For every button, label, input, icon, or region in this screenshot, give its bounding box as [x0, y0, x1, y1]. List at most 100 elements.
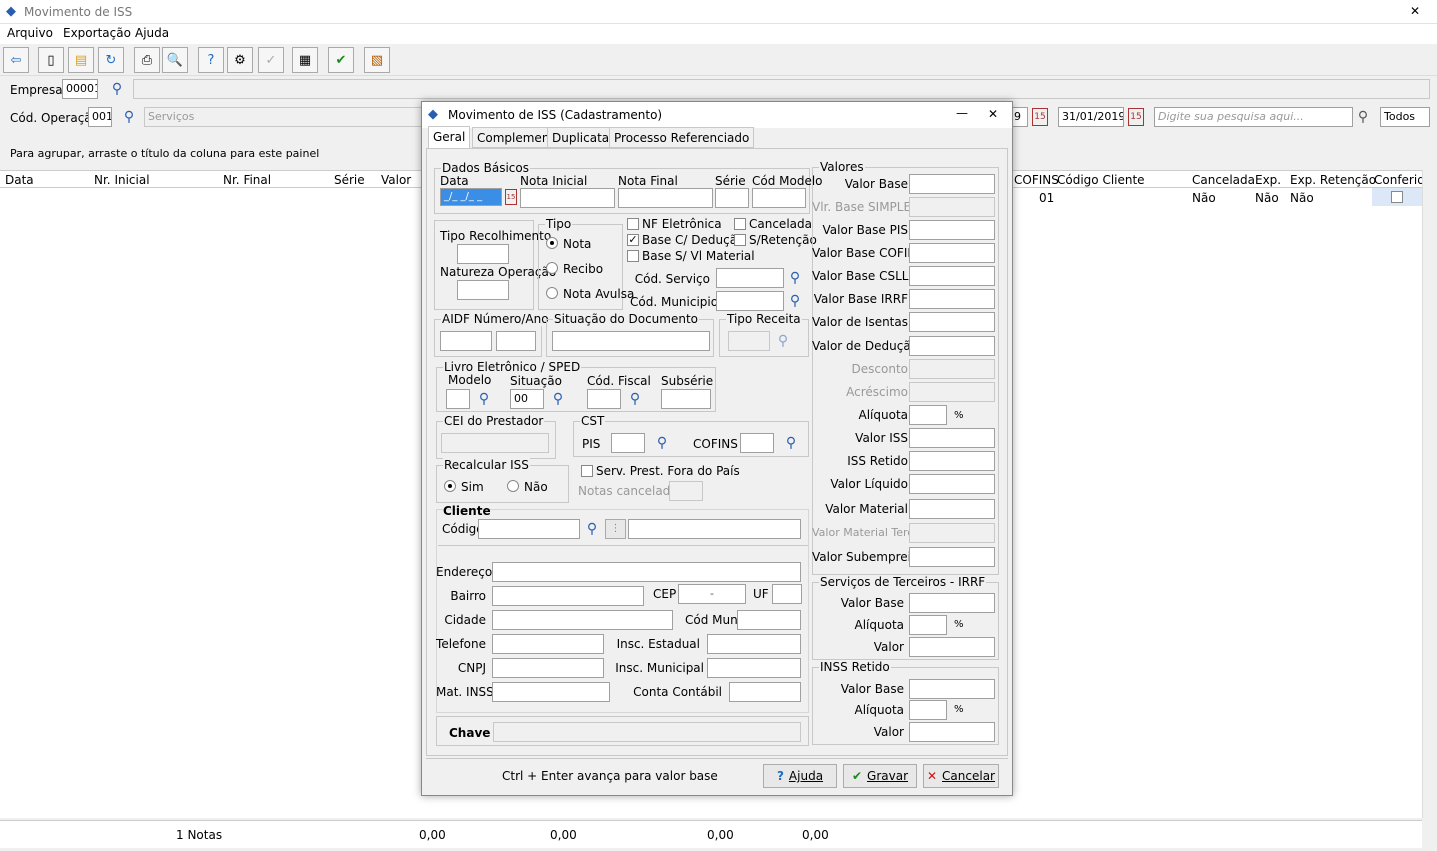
search-icon[interactable]: ⚲ — [548, 389, 568, 409]
search-icon[interactable]: ⚲ — [474, 389, 494, 409]
search-icon[interactable]: ⚲ — [652, 433, 672, 453]
print-icon[interactable]: ⎙ — [134, 47, 160, 73]
cliente-nome-input[interactable] — [628, 519, 801, 539]
telefone-input[interactable] — [492, 634, 604, 654]
col-cofins[interactable]: COFINS — [1014, 173, 1059, 187]
valor-base-cofins-input[interactable] — [909, 243, 995, 263]
serv-fora-checkbox[interactable] — [581, 465, 593, 477]
search-icon[interactable]: ⚲ — [785, 291, 805, 311]
settings-icon[interactable]: ⚙ — [227, 47, 253, 73]
menu-ajuda[interactable]: Ajuda — [135, 26, 169, 40]
valor-iss-input[interactable] — [909, 428, 995, 448]
data-input[interactable]: _/_ _/_ _ — [440, 188, 502, 206]
recalcular-sim-radio[interactable] — [444, 480, 456, 492]
cod-modelo-input[interactable] — [752, 188, 806, 208]
insc-municipal-input[interactable] — [707, 658, 801, 678]
cep-input[interactable]: - — [678, 584, 746, 604]
recalcular-nao-radio[interactable] — [507, 480, 519, 492]
cidade-input[interactable] — [492, 610, 673, 630]
cod-fiscal-input[interactable] — [587, 389, 621, 409]
cst-pis-input[interactable] — [611, 433, 645, 453]
bairro-input[interactable] — [492, 586, 644, 606]
exit-icon[interactable]: ⇦ — [3, 47, 29, 73]
col-valor[interactable]: Valor — [381, 173, 411, 187]
situacao-doc-input[interactable] — [552, 331, 710, 351]
calendar-icon[interactable]: 15 — [505, 189, 517, 205]
help-icon[interactable]: ? — [198, 47, 224, 73]
cst-cofins-input[interactable] — [740, 433, 774, 453]
new-document-icon[interactable]: ▯ — [38, 47, 64, 73]
nota-inicial-input[interactable] — [520, 188, 615, 208]
calendar-icon[interactable]: 15 — [1128, 108, 1144, 126]
valor-isentas-input[interactable] — [909, 312, 995, 332]
cancelar-button[interactable]: ✕ Cancelar — [923, 764, 999, 788]
col-serie[interactable]: Série — [334, 173, 365, 187]
tipo-recibo-radio[interactable] — [546, 262, 558, 274]
natureza-operacao-input[interactable] — [457, 280, 509, 300]
cod-mun-input[interactable] — [737, 610, 801, 630]
menu-exportacao[interactable]: Exportação — [63, 26, 131, 40]
cliente-codigo-input[interactable] — [478, 519, 580, 539]
calendar-icon[interactable]: 15 — [1032, 108, 1048, 126]
report-icon[interactable]: ▦ — [292, 47, 318, 73]
col-cancelada[interactable]: Cancelada — [1192, 173, 1255, 187]
date-end-input[interactable]: 31/01/2019 — [1058, 107, 1124, 127]
filter-select[interactable]: Todos — [1380, 107, 1430, 127]
empresa-input[interactable]: 00001 — [62, 79, 98, 99]
aliquota-input[interactable] — [909, 405, 947, 425]
search-icon[interactable]: ⚲ — [1353, 107, 1373, 127]
col-nr-final[interactable]: Nr. Final — [223, 173, 271, 187]
col-exp[interactable]: Exp. — [1255, 173, 1281, 187]
livro-situacao-input[interactable]: 00 — [510, 389, 544, 409]
search-icon[interactable]: ⚲ — [625, 389, 645, 409]
search-icon[interactable]: ⚲ — [107, 79, 127, 99]
tipo-nota-radio[interactable] — [546, 237, 558, 249]
irrf-aliquota-input[interactable] — [909, 615, 947, 635]
scrollbar[interactable] — [1422, 170, 1437, 818]
endereco-input[interactable] — [492, 562, 801, 582]
cod-municipio-input[interactable] — [716, 291, 784, 311]
tipo-avulsa-radio[interactable] — [546, 287, 558, 299]
search-icon[interactable]: ⚲ — [582, 519, 602, 539]
add-cliente-icon[interactable]: ⋮ — [605, 519, 626, 539]
valor-base-irrf-input[interactable] — [909, 289, 995, 309]
tipo-recolhimento-input[interactable] — [457, 244, 509, 264]
check-disabled-icon[interactable]: ✓ — [258, 47, 284, 73]
s-retencao-checkbox[interactable] — [734, 234, 746, 246]
aidf-ano-input[interactable] — [496, 331, 536, 351]
search-icon[interactable]: ⚲ — [781, 433, 801, 453]
valor-base-input[interactable] — [909, 174, 995, 194]
search-icon[interactable]: ⚲ — [119, 107, 139, 127]
irrf-valor-base-input[interactable] — [909, 593, 995, 613]
col-data[interactable]: Data — [5, 173, 34, 187]
menu-arquivo[interactable]: Arquivo — [7, 26, 53, 40]
valor-deducao-input[interactable] — [909, 336, 995, 356]
valor-liquido-input[interactable] — [909, 474, 995, 494]
iss-retido-input[interactable] — [909, 451, 995, 471]
cancelada-checkbox[interactable] — [734, 218, 746, 230]
confirm-icon[interactable]: ✔ — [328, 47, 354, 73]
ajuda-button[interactable]: ? Ajuda — [763, 764, 837, 788]
tab-processo-referenciado[interactable]: Processo Referenciado — [609, 127, 755, 148]
inss-valor-input[interactable] — [909, 722, 995, 742]
col-exp-retencao[interactable]: Exp. Retenção — [1290, 173, 1376, 187]
conferido-checkbox[interactable] — [1391, 191, 1403, 203]
preview-icon[interactable]: 🔍 — [162, 47, 188, 73]
cnpj-input[interactable] — [492, 658, 604, 678]
tab-geral[interactable]: Geral — [428, 126, 471, 149]
valor-base-csll-input[interactable] — [909, 266, 995, 286]
refresh-icon[interactable]: ↻ — [98, 47, 124, 73]
nf-eletronica-checkbox[interactable] — [627, 218, 639, 230]
serie-input[interactable] — [715, 188, 749, 208]
cod-servico-input[interactable] — [716, 268, 784, 288]
uf-input[interactable] — [772, 584, 802, 604]
col-nr-inicial[interactable]: Nr. Inicial — [94, 173, 150, 187]
col-codigo-cliente[interactable]: Código Cliente — [1057, 173, 1145, 187]
valor-subempreit-input[interactable] — [909, 547, 995, 567]
livro-modelo-input[interactable] — [446, 389, 470, 409]
search-input[interactable]: Digite sua pesquisa aqui... — [1154, 107, 1353, 127]
base-deducao-checkbox[interactable]: ✓ — [627, 234, 639, 246]
mat-inss-input[interactable] — [492, 682, 610, 702]
open-folder-icon[interactable]: ▤ — [68, 47, 94, 73]
inss-valor-base-input[interactable] — [909, 679, 995, 699]
